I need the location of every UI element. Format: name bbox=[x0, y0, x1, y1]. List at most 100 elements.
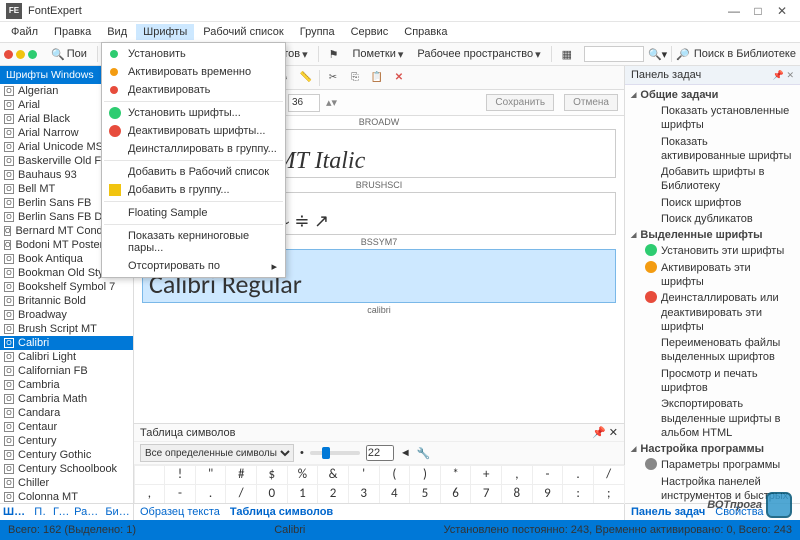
close-button[interactable]: ✕ bbox=[770, 4, 794, 18]
center-tab[interactable]: Образец текста bbox=[140, 506, 220, 518]
font-item[interactable]: OCentury Gothic bbox=[0, 448, 133, 462]
fonts-menu-dropdown[interactable]: УстановитьАктивировать временноДеактивир… bbox=[101, 42, 286, 278]
task-item[interactable]: Показать активированные шрифты bbox=[625, 134, 800, 165]
size-stepper-icon[interactable]: ▴▾ bbox=[326, 96, 337, 109]
menu-item[interactable]: Добавить в группу... bbox=[104, 181, 283, 199]
tool-icon[interactable]: 🔧 bbox=[417, 447, 431, 460]
search-input[interactable] bbox=[584, 46, 644, 62]
menu-item[interactable]: Установить bbox=[104, 45, 283, 63]
font-item[interactable]: OColonna MT bbox=[0, 490, 133, 503]
char-cell[interactable]: / bbox=[225, 484, 257, 504]
menu-Сервис[interactable]: Сервис bbox=[344, 24, 396, 40]
font-item[interactable]: OCentury bbox=[0, 434, 133, 448]
sidebar-tab[interactable]: Рабочий с... bbox=[74, 506, 99, 518]
char-size-slider[interactable] bbox=[310, 451, 360, 455]
menu-Вид[interactable]: Вид bbox=[100, 24, 134, 40]
char-cell[interactable]: . bbox=[562, 465, 594, 485]
font-item[interactable]: OBrush Script MT bbox=[0, 322, 133, 336]
char-cell[interactable]: $ bbox=[256, 465, 288, 485]
menu-Справка[interactable]: Справка bbox=[397, 24, 454, 40]
char-cell[interactable]: + bbox=[470, 465, 502, 485]
font-item[interactable]: OCandara bbox=[0, 406, 133, 420]
maximize-button[interactable]: □ bbox=[746, 4, 770, 18]
size-input[interactable] bbox=[288, 94, 320, 112]
menu-Рабочий список[interactable]: Рабочий список bbox=[196, 24, 291, 40]
pin-icon[interactable]: 📌 ✕ bbox=[592, 426, 618, 439]
font-item[interactable]: OCentury Schoolbook bbox=[0, 462, 133, 476]
cancel-button[interactable]: Отмена bbox=[564, 94, 618, 111]
char-cell[interactable] bbox=[134, 465, 166, 485]
font-item[interactable]: OCambria Math bbox=[0, 392, 133, 406]
library-search-icon[interactable]: 🔎 bbox=[676, 48, 690, 61]
char-cell[interactable]: . bbox=[195, 484, 227, 504]
search-go-icon[interactable]: 🔍▾ bbox=[648, 48, 667, 61]
char-cell[interactable]: 4 bbox=[379, 484, 411, 504]
font-item[interactable]: OCambria bbox=[0, 378, 133, 392]
task-item[interactable]: Поиск дубликатов bbox=[625, 211, 800, 227]
char-filter-select[interactable]: Все определенные символы bbox=[140, 444, 294, 462]
sidebar-tab[interactable]: Шрифты ... bbox=[3, 506, 28, 518]
copy-icon[interactable]: ⎘ bbox=[346, 69, 364, 87]
layout-icon[interactable]: ▦ bbox=[558, 47, 576, 62]
font-item[interactable]: OCalifornian FB bbox=[0, 364, 133, 378]
search-button[interactable]: 🔍 Пои bbox=[47, 47, 91, 62]
char-cell[interactable]: # bbox=[225, 465, 257, 485]
cut-icon[interactable]: ✂ bbox=[324, 69, 342, 87]
task-item[interactable]: Настройка панелей инструментов и быстрых… bbox=[625, 474, 800, 503]
minimize-button[interactable]: — bbox=[722, 4, 746, 18]
taskpane-tab[interactable]: Панель задач bbox=[631, 506, 705, 518]
font-item[interactable]: OChiller bbox=[0, 476, 133, 490]
task-item[interactable]: Деинсталлировать или деактивировать эти … bbox=[625, 290, 800, 335]
menu-Группа[interactable]: Группа bbox=[293, 24, 342, 40]
char-cell[interactable]: % bbox=[287, 465, 319, 485]
char-cell[interactable]: : bbox=[562, 484, 594, 504]
flag-icon[interactable]: ⚑ bbox=[325, 47, 343, 62]
task-item[interactable]: Активировать эти шрифты bbox=[625, 260, 800, 291]
font-item[interactable]: OBroadway bbox=[0, 308, 133, 322]
char-cell[interactable]: ; bbox=[593, 484, 625, 504]
char-cell[interactable]: " bbox=[195, 465, 227, 485]
char-cell[interactable]: 0 bbox=[256, 484, 288, 504]
menu-item[interactable]: Деинсталлировать в группу... bbox=[104, 140, 283, 158]
sidebar-tab[interactable]: Библиотека bbox=[105, 506, 130, 518]
task-item[interactable]: Параметры программы bbox=[625, 457, 800, 473]
paste-icon[interactable]: 📋 bbox=[368, 69, 386, 87]
menu-item[interactable]: Установить шрифты... bbox=[104, 104, 283, 122]
font-item[interactable]: OBritannic Bold bbox=[0, 294, 133, 308]
task-item[interactable]: Просмотр и печать шрифтов bbox=[625, 366, 800, 397]
library-search-label[interactable]: Поиск в Библиотеке bbox=[694, 48, 796, 60]
menu-item[interactable]: Активировать временно bbox=[104, 63, 283, 81]
task-item[interactable]: Добавить шрифты в Библиотеку bbox=[625, 164, 800, 195]
char-cell[interactable]: 5 bbox=[409, 484, 441, 504]
sidebar-tab[interactable]: Группы bbox=[53, 506, 68, 518]
char-cell[interactable]: ( bbox=[379, 465, 411, 485]
char-size-input[interactable] bbox=[366, 445, 394, 461]
center-tab[interactable]: Таблица символов bbox=[230, 506, 333, 518]
char-cell[interactable]: 2 bbox=[317, 484, 349, 504]
taskpane-tab[interactable]: Свойства bbox=[715, 506, 763, 518]
task-item[interactable]: Поиск шрифтов bbox=[625, 195, 800, 211]
task-item[interactable]: Переименовать файлы выделенных шрифтов bbox=[625, 335, 800, 366]
char-cell[interactable]: ' bbox=[348, 465, 380, 485]
char-cell[interactable]: , bbox=[501, 465, 533, 485]
task-item[interactable]: Показать установленные шрифты bbox=[625, 103, 800, 134]
delete-icon[interactable]: ✕ bbox=[390, 69, 408, 87]
menu-item[interactable]: Отсортировать по ▸ bbox=[104, 257, 283, 275]
char-cell[interactable]: 3 bbox=[348, 484, 380, 504]
sidebar-tab[interactable]: Папки bbox=[34, 506, 47, 518]
font-item[interactable]: OCalibri bbox=[0, 336, 133, 350]
font-item[interactable]: OCentaur bbox=[0, 420, 133, 434]
menu-Правка[interactable]: Правка bbox=[47, 24, 98, 40]
menu-item[interactable]: Деактивировать bbox=[104, 81, 283, 99]
task-group[interactable]: Выделенные шрифты bbox=[625, 227, 800, 243]
char-cell[interactable]: - bbox=[532, 465, 564, 485]
char-cell[interactable]: & bbox=[317, 465, 349, 485]
menu-Файл[interactable]: Файл bbox=[4, 24, 45, 40]
marks-dropdown[interactable]: Пометки ▾ bbox=[349, 47, 408, 62]
task-item[interactable]: Экспортировать выделенные шрифты в альбо… bbox=[625, 396, 800, 441]
char-cell[interactable]: / bbox=[593, 465, 625, 485]
char-cell[interactable]: 7 bbox=[470, 484, 502, 504]
save-button[interactable]: Сохранить bbox=[486, 94, 554, 111]
char-cell[interactable]: 9 bbox=[532, 484, 564, 504]
char-cell[interactable]: ! bbox=[164, 465, 196, 485]
